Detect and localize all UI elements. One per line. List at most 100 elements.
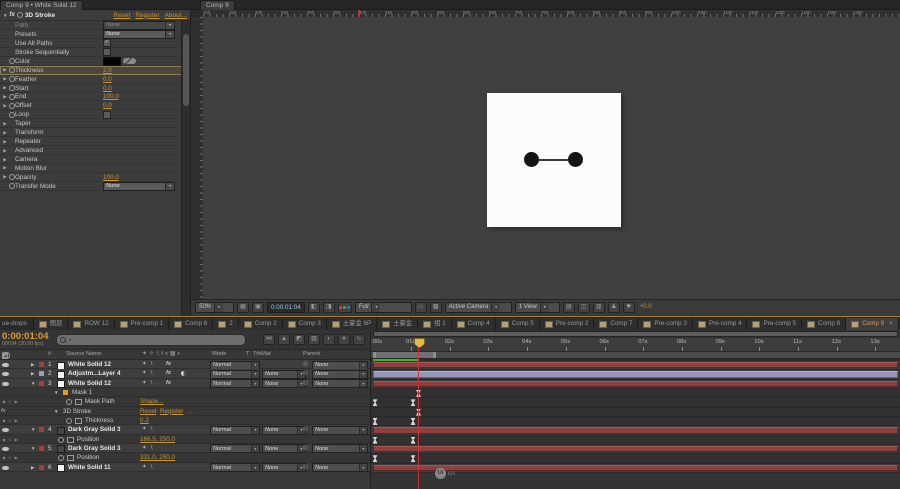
thickness-value[interactable]: 2.0 — [103, 67, 112, 74]
ec-scrollbar-thumb[interactable] — [183, 34, 189, 106]
grid-guides-icon[interactable]: ▦ — [237, 301, 249, 313]
trkmat-dropdown[interactable]: None ▼ — [262, 379, 306, 389]
playhead-line[interactable] — [418, 339, 419, 489]
keyframe-nav-icons[interactable]: ◀ ◇ ▶ — [2, 418, 19, 423]
stopwatch-icon[interactable] — [66, 417, 72, 424]
use-all-paths-checkbox[interactable]: ✓ — [103, 39, 111, 48]
position-row-5[interactable]: ◀ ◇ ▶ Position 331.0, 250.0 — [0, 453, 370, 463]
eye-icon[interactable] — [2, 428, 9, 433]
transfer-mode-dropdown[interactable]: None ▼ — [103, 181, 175, 191]
keyframe-nav-icons[interactable]: ◀ ◇ ▶ — [2, 437, 19, 442]
stopwatch-icon[interactable] — [8, 67, 15, 74]
fx-badge-icon[interactable]: fx — [9, 12, 14, 18]
timeline-tab[interactable]: Pre-comp 5 — [747, 318, 803, 330]
source-name-header[interactable]: Source Name — [66, 351, 101, 357]
layer-row-4[interactable]: ▼ 4 Dark Gray Solid 3 ✦∖ Normal ▼ None ▼ ◎… — [0, 425, 370, 435]
track-bar-row[interactable] — [371, 379, 900, 389]
keyframe-icon[interactable] — [410, 436, 416, 444]
stopwatch-icon[interactable] — [58, 455, 64, 462]
left-dot[interactable] — [524, 152, 539, 167]
mask-color[interactable] — [63, 389, 68, 395]
graph-editor-icon[interactable]: ∿ — [353, 334, 365, 345]
mask-group-row[interactable]: ▼ Mask 1 — [0, 387, 370, 398]
timeline-tab[interactable]: 土豪金 — [377, 318, 419, 330]
stroke-track-row[interactable] — [371, 407, 900, 417]
ec-group-motion-blur[interactable]: ▶ Motion Blur — [0, 164, 182, 173]
region-of-interest-icon[interactable]: ▭ — [414, 301, 427, 313]
time-ruler[interactable]: 0:00s 01s 02s 03s 04s 05s 06s 07s 08s 09s 10s 11s 1… — [371, 338, 900, 352]
timeline-tab[interactable]: Pre-comp 2 — [539, 318, 595, 330]
mask-path-track-row[interactable] — [371, 398, 900, 408]
pickwhip-icon[interactable]: ◎ — [303, 370, 308, 376]
motion-blur-icon[interactable]: ◐ — [323, 334, 335, 345]
stopwatch-icon[interactable] — [8, 85, 15, 92]
keyframe-icon[interactable] — [410, 455, 416, 463]
thickness-row[interactable]: ◀ ◇ ▶ Thickness 0.2 — [0, 415, 370, 426]
stopwatch-icon[interactable] — [66, 399, 72, 406]
draft-3d-icon[interactable]: ▲ — [278, 334, 290, 345]
position-track-row[interactable] — [371, 435, 900, 445]
snapshot-icon[interactable]: ◧ — [307, 301, 320, 313]
position-value[interactable]: 166.5, 250.0 — [140, 436, 175, 443]
parent-dropdown[interactable]: None ▼ — [312, 379, 368, 389]
position-value[interactable]: 331.0, 250.0 — [140, 454, 175, 461]
composition-viewport[interactable] — [203, 17, 900, 299]
register-link[interactable]: Register — [135, 12, 159, 19]
work-area-bar[interactable] — [371, 352, 900, 359]
effect-controls-panel-tab[interactable]: Comp 9 • White Solid 12 — [0, 0, 83, 10]
layer-bar[interactable] — [373, 362, 898, 369]
track-bar-row[interactable] — [371, 361, 900, 371]
layer-bar[interactable] — [373, 445, 898, 453]
mode-dropdown[interactable]: Normal ▼ — [210, 360, 260, 370]
register-link[interactable]: Register — [160, 408, 183, 415]
label-color[interactable] — [39, 380, 44, 386]
trkmat-dropdown[interactable]: None ▼ — [262, 444, 306, 454]
position-row-4[interactable]: ◀ ◇ ▶ Position 166.5, 250.0 — [0, 434, 370, 444]
timeline-tab[interactable]: 图层 — [33, 318, 69, 330]
timeline-tab[interactable]: Pre-comp 4 — [692, 318, 748, 330]
eye-icon[interactable] — [2, 363, 9, 367]
pixel-aspect-icon[interactable]: ▤ — [562, 301, 575, 313]
mask-track-row[interactable] — [371, 388, 900, 399]
camera-dropdown[interactable]: Active Camera ▼ — [444, 301, 512, 313]
layer-bar[interactable] — [373, 371, 898, 378]
preview-timecode[interactable]: 0:00:01:04 — [267, 301, 305, 313]
parent-dropdown[interactable]: None ▼ — [312, 425, 368, 435]
label-color[interactable] — [39, 362, 44, 367]
flowchart-icon[interactable]: ♟ — [607, 301, 620, 313]
loop-checkbox[interactable] — [103, 110, 111, 119]
stopwatch-icon[interactable] — [8, 183, 15, 190]
ec-group-taper[interactable]: ▶ Taper — [0, 119, 182, 128]
end-value[interactable]: 100.0 — [103, 93, 119, 100]
parent-dropdown[interactable]: None ▼ — [312, 463, 368, 473]
mask-path-value[interactable]: Shape... — [140, 398, 163, 405]
mode-dropdown[interactable]: Normal ▼ — [210, 379, 260, 389]
reset-link[interactable]: Reset — [113, 12, 130, 19]
ec-group-camera[interactable]: ▶ Camera — [0, 155, 182, 164]
timeline-tab[interactable]: Comp 3 — [282, 318, 327, 330]
exposure-value[interactable]: +0.0 — [640, 304, 652, 310]
eye-icon[interactable] — [2, 465, 9, 470]
track-bar-row[interactable] — [371, 444, 900, 455]
parent-dropdown[interactable]: None ▼ — [312, 360, 368, 370]
timeline-tab[interactable]: Comp 8 — [802, 318, 847, 330]
thickness-value[interactable]: 0.2 — [140, 417, 149, 424]
ec-group-repeater[interactable]: ▶ Repeater — [0, 137, 182, 146]
timeline-tab[interactable]: Pre-comp 1 — [114, 318, 170, 330]
keyframe-icon[interactable] — [372, 436, 378, 444]
pickwhip-icon[interactable]: ◎ — [303, 464, 308, 470]
ec-row-thickness[interactable]: ▶ Thickness 2.0 — [0, 65, 182, 75]
stroke-sequentially-checkbox[interactable] — [103, 48, 111, 57]
exposure-reset-icon[interactable]: ✳ — [622, 301, 635, 313]
eyedropper-icon[interactable] — [123, 58, 136, 65]
stopwatch-icon[interactable] — [8, 58, 15, 65]
search-input[interactable]: ▼ — [56, 333, 247, 346]
layer-bar[interactable] — [373, 380, 898, 387]
channel-icon[interactable] — [337, 301, 352, 313]
right-dot[interactable] — [568, 152, 583, 167]
track-bar-row[interactable] — [371, 426, 900, 436]
work-area-segment[interactable] — [373, 352, 436, 358]
resolution-dropdown[interactable]: Full ▼ — [354, 301, 412, 313]
view-layout-dropdown[interactable]: 1 View ▼ — [514, 301, 560, 313]
composition-panel-tab[interactable]: Comp 9 — [200, 0, 235, 10]
